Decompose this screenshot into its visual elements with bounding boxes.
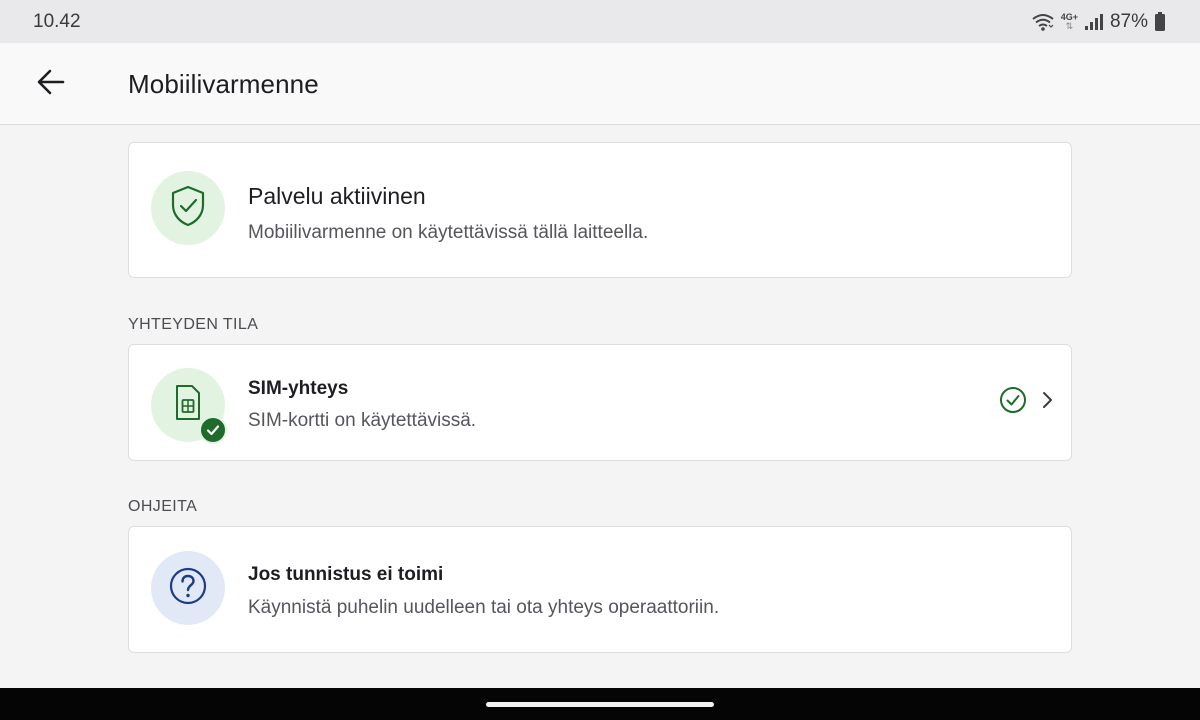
- service-icon-circle: [151, 171, 225, 245]
- wifi-icon: [1031, 12, 1055, 32]
- system-nav-bar: [0, 688, 1200, 720]
- help-icon-circle: [151, 551, 225, 625]
- sim-title: SIM-yhteys: [248, 378, 349, 399]
- battery-icon: [1154, 11, 1166, 32]
- question-circle-icon: [168, 566, 208, 611]
- service-title: Palvelu aktiivinen: [248, 183, 426, 209]
- battery-percent: 87%: [1109, 10, 1148, 32]
- data-arrows-icon: ⇅: [1065, 20, 1074, 31]
- chevron-right-icon: [1041, 390, 1053, 415]
- service-subtitle: Mobiilivarmenne on käytettävissä tällä l…: [248, 222, 649, 243]
- sim-subtitle: SIM-kortti on käytettävissä.: [248, 410, 477, 431]
- check-circle-icon: [999, 386, 1027, 419]
- status-time: 10.42: [33, 10, 81, 32]
- section-label-connection: YHTEYDEN TILA: [128, 316, 259, 333]
- check-badge-icon: [199, 416, 227, 444]
- section-label-help: OHJEITA: [128, 498, 198, 515]
- page-title: Mobiilivarmenne: [128, 69, 319, 99]
- help-item[interactable]: Jos tunnistus ei toimi Käynnistä puhelin…: [128, 526, 1072, 653]
- signal-icon: [1084, 13, 1104, 31]
- service-status-card: Palvelu aktiivinen Mobiilivarmenne on kä…: [128, 142, 1072, 278]
- network-type: 4G+ ⇅: [1060, 11, 1078, 31]
- home-handle[interactable]: [486, 702, 714, 707]
- sim-icon-circle: [151, 368, 227, 444]
- help-title: Jos tunnistus ei toimi: [248, 564, 444, 585]
- sim-trailing: [999, 386, 1053, 419]
- back-button[interactable]: [26, 60, 76, 108]
- status-icons: 4G+ ⇅ 87%: [1031, 11, 1166, 33]
- sim-card-icon: [173, 384, 203, 427]
- status-bar: 10.42 4G+ ⇅ 87%: [0, 0, 1200, 43]
- app-bar: Mobiilivarmenne: [0, 43, 1200, 125]
- shield-check-icon: [168, 184, 208, 233]
- sim-connection-item[interactable]: SIM-yhteys SIM-kortti on käytettävissä.: [128, 344, 1072, 461]
- help-subtitle: Käynnistä puhelin uudelleen tai ota yhte…: [248, 597, 720, 618]
- arrow-left-icon: [37, 69, 65, 100]
